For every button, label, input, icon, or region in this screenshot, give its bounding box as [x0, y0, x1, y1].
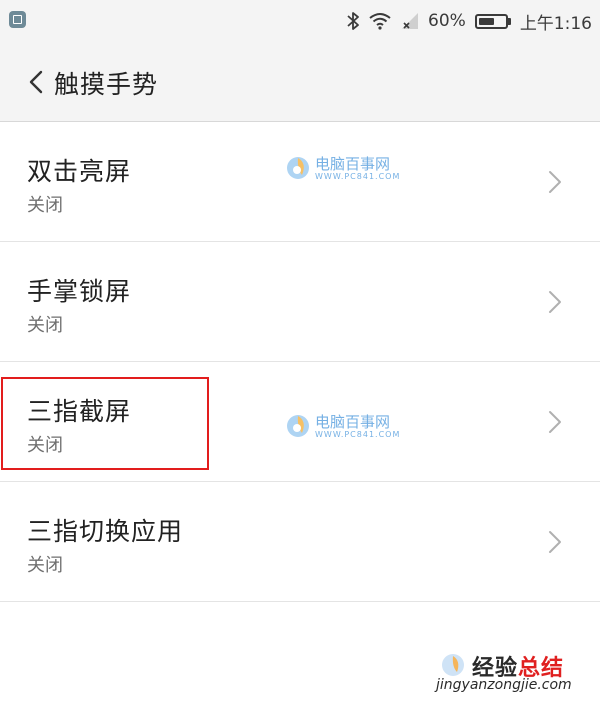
status-icons: 60% 上午1:16 — [347, 0, 592, 42]
chevron-left-icon — [29, 70, 43, 94]
corner-watermark-title: 经验总结 — [472, 650, 564, 682]
corner-watermark-title-a: 经验 — [472, 656, 519, 681]
chevron-right-icon — [549, 291, 561, 313]
setting-title: 手掌锁屏 — [27, 277, 132, 306]
bluetooth-icon — [347, 12, 359, 30]
setting-palm-lock[interactable]: 手掌锁屏 关闭 — [0, 242, 600, 362]
signal-icon — [402, 13, 419, 29]
setting-value: 关闭 — [27, 555, 63, 576]
corner-watermark-url: jingyanzongjie.com — [436, 677, 572, 693]
setting-three-finger-switch-app[interactable]: 三指切换应用 关闭 — [0, 482, 600, 602]
chevron-right-icon — [549, 171, 561, 193]
battery-icon — [474, 13, 511, 29]
setting-double-tap-wake[interactable]: 双击亮屏 关闭 — [0, 122, 600, 242]
setting-title: 三指切换应用 — [27, 517, 184, 546]
corner-watermark-logo-icon — [442, 654, 464, 676]
setting-value: 关闭 — [27, 435, 63, 456]
corner-watermark-title-b: 总结 — [518, 656, 565, 681]
setting-value: 关闭 — [27, 195, 63, 216]
setting-three-finger-screenshot[interactable]: 三指截屏 关闭 — [0, 362, 600, 482]
screenshot-notification-icon — [9, 11, 26, 28]
battery-level — [478, 17, 494, 25]
setting-title: 双击亮屏 — [27, 157, 132, 186]
settings-list: 双击亮屏 关闭 手掌锁屏 关闭 三指截屏 关闭 三指切换应用 关闭 — [0, 122, 600, 602]
corner-watermark: 经验总结 jingyanzongjie.com — [436, 650, 596, 698]
wifi-icon — [369, 13, 391, 30]
page-title: 触摸手势 — [54, 70, 159, 99]
back-button[interactable] — [20, 62, 52, 102]
title-bar: 触摸手势 — [0, 42, 600, 122]
chevron-right-icon — [549, 411, 561, 433]
status-bar: 60% 上午1:16 — [0, 0, 600, 42]
setting-value: 关闭 — [27, 315, 63, 336]
setting-title: 三指截屏 — [27, 397, 132, 426]
clock: 上午1:16 — [519, 13, 592, 34]
chevron-right-icon — [549, 531, 561, 553]
battery-percent: 60% — [428, 11, 466, 31]
